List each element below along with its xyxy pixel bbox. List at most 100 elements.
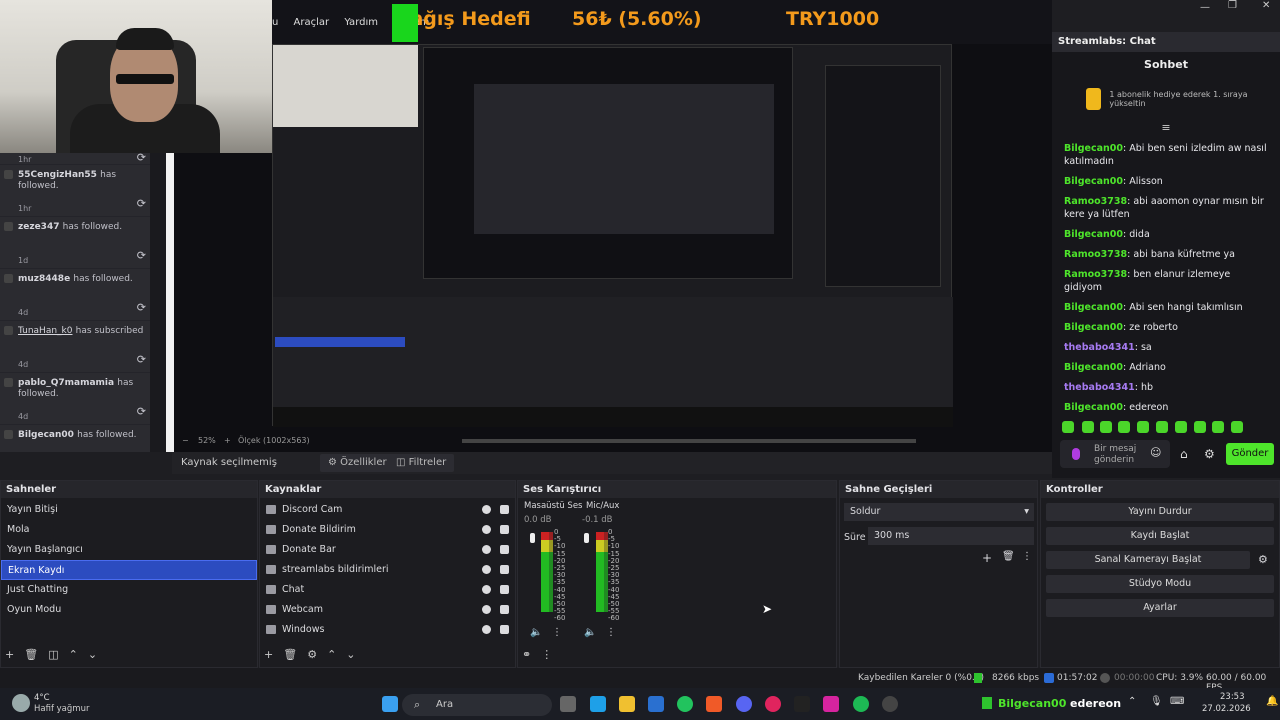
eye-icon[interactable] bbox=[482, 625, 491, 634]
filter-icon[interactable]: ◫ bbox=[48, 648, 58, 661]
windows-start-icon[interactable] bbox=[382, 696, 398, 712]
chat-username[interactable]: thebabo4341 bbox=[1064, 382, 1135, 393]
eye-icon[interactable] bbox=[482, 605, 491, 614]
stop-stream-button[interactable]: Yayını Durdur bbox=[1046, 503, 1274, 521]
chevron-up-icon[interactable]: ⌃ bbox=[327, 648, 336, 661]
speaker-icon[interactable]: 🔈 bbox=[584, 627, 596, 638]
trash-icon[interactable]: 🗑 bbox=[24, 648, 38, 661]
chat-input[interactable]: Bir mesaj gönderin ☺ bbox=[1060, 440, 1170, 468]
refresh-icon[interactable]: ⟳ bbox=[137, 197, 146, 210]
refresh-icon[interactable]: ⟳ bbox=[137, 353, 146, 366]
chevron-down-icon[interactable]: ⌄ bbox=[346, 648, 355, 661]
chevron-down-icon[interactable]: ⌄ bbox=[88, 648, 97, 661]
chat-username[interactable]: thebabo4341 bbox=[1064, 342, 1135, 353]
trash-icon[interactable]: 🗑 bbox=[283, 648, 297, 661]
canvas-scale[interactable]: Ölçek (1002x563) bbox=[238, 436, 310, 445]
scene-item[interactable]: Just Chatting bbox=[1, 580, 257, 600]
emoji-icon[interactable]: ☺ bbox=[1150, 447, 1161, 458]
eye-icon[interactable] bbox=[482, 585, 491, 594]
spotify-icon[interactable] bbox=[853, 696, 869, 712]
lock-icon[interactable] bbox=[500, 565, 509, 574]
source-item[interactable]: Webcam bbox=[260, 600, 515, 620]
eye-icon[interactable] bbox=[482, 545, 491, 554]
tiktok-icon[interactable] bbox=[794, 696, 810, 712]
chat-username[interactable]: Bilgecan00 bbox=[1064, 229, 1123, 240]
properties-button[interactable]: ⚙ Özellikler bbox=[320, 454, 395, 472]
weather-icon[interactable] bbox=[12, 694, 30, 712]
add-icon[interactable]: + bbox=[264, 648, 273, 661]
scene-item[interactable]: Mola bbox=[1, 520, 257, 540]
chat-username[interactable]: Bilgecan00 bbox=[1064, 302, 1123, 313]
scene-item[interactable]: Yayın Bitişi bbox=[1, 500, 257, 520]
scene-item[interactable]: Ekran Kaydı bbox=[1, 560, 257, 580]
source-item[interactable]: Discord Cam bbox=[260, 500, 515, 520]
task-view-icon[interactable] bbox=[560, 696, 576, 712]
emote-icon[interactable] bbox=[1137, 421, 1149, 433]
filters-button[interactable]: ◫ Filtreler bbox=[388, 454, 455, 472]
chat-username[interactable]: Ramoo3738 bbox=[1064, 196, 1127, 207]
obs-icon[interactable] bbox=[882, 696, 898, 712]
volume-slider[interactable] bbox=[530, 533, 535, 543]
add-icon[interactable]: + bbox=[5, 648, 14, 661]
menu-icon[interactable]: ⋮ bbox=[1022, 551, 1032, 562]
trash-icon[interactable]: 🗑 bbox=[1002, 551, 1015, 562]
eye-icon[interactable] bbox=[482, 505, 491, 514]
start-recording-button[interactable]: Kaydı Başlat bbox=[1046, 527, 1274, 545]
lock-icon[interactable] bbox=[500, 525, 509, 534]
discord-icon[interactable] bbox=[736, 696, 752, 712]
store-icon[interactable] bbox=[590, 696, 606, 712]
taskbar-search[interactable]: ⌕ Ara bbox=[402, 694, 552, 716]
link-icon[interactable]: ⚭ bbox=[522, 648, 531, 661]
gear-icon[interactable]: ⚙ bbox=[307, 648, 317, 661]
emote-icon[interactable] bbox=[1212, 421, 1224, 433]
feed-scrollbar[interactable] bbox=[166, 153, 174, 452]
folder-icon[interactable] bbox=[619, 696, 635, 712]
lock-icon[interactable] bbox=[500, 505, 509, 514]
brave-icon[interactable] bbox=[706, 696, 722, 712]
emote-icon[interactable] bbox=[1231, 421, 1243, 433]
emote-icon[interactable] bbox=[1100, 421, 1112, 433]
menu-item-help[interactable]: Yardım bbox=[344, 17, 378, 28]
emote-icon[interactable] bbox=[1062, 421, 1074, 433]
eye-icon[interactable] bbox=[482, 565, 491, 574]
menu-item-tools[interactable]: Araçlar bbox=[294, 17, 330, 28]
menu-icon[interactable]: ⋮ bbox=[541, 648, 552, 661]
zoom-out-icon[interactable]: − bbox=[182, 436, 189, 445]
mic-icon[interactable] bbox=[1072, 448, 1080, 460]
lock-icon[interactable] bbox=[500, 605, 509, 614]
notification-icon[interactable]: 🔔 bbox=[1266, 696, 1278, 707]
start-virtual-camera-button[interactable]: Sanal Kamerayı Başlat bbox=[1046, 551, 1250, 569]
chevron-up-icon[interactable]: ⌃ bbox=[69, 648, 78, 661]
emote-icon[interactable] bbox=[1175, 421, 1187, 433]
lock-icon[interactable] bbox=[500, 625, 509, 634]
clock-date[interactable]: 27.02.2026 bbox=[1202, 704, 1251, 714]
menu-item[interactable]: u bbox=[272, 17, 278, 28]
mail-icon[interactable] bbox=[648, 696, 664, 712]
lock-icon[interactable] bbox=[500, 585, 509, 594]
source-item[interactable]: Donate Bar bbox=[260, 540, 515, 560]
source-item[interactable]: Donate Bildirim bbox=[260, 520, 515, 540]
studio-mode-button[interactable]: Stüdyo Modu bbox=[1046, 575, 1274, 593]
volume-slider[interactable] bbox=[584, 533, 589, 543]
chat-username[interactable]: Ramoo3738 bbox=[1064, 249, 1127, 260]
menu-icon[interactable]: ⋮ bbox=[552, 627, 562, 638]
collapse-icon[interactable]: ≡ bbox=[1052, 121, 1280, 134]
minimize-icon[interactable]: — bbox=[1200, 2, 1210, 13]
emote-icon[interactable] bbox=[1194, 421, 1206, 433]
chat-username[interactable]: Ramoo3738 bbox=[1064, 269, 1127, 280]
chat-username[interactable]: Bilgecan00 bbox=[1064, 362, 1123, 373]
scene-item[interactable]: Oyun Modu bbox=[1, 600, 257, 620]
instagram-icon[interactable] bbox=[823, 696, 839, 712]
tray-chevron-icon[interactable]: ⌃ bbox=[1128, 696, 1136, 707]
chat-username[interactable]: Bilgecan00 bbox=[1064, 402, 1123, 413]
preview-canvas[interactable]: u Araçlar Yardım Stream Bağış Hedefi 56₺… bbox=[0, 0, 1052, 452]
add-icon[interactable]: + bbox=[982, 551, 992, 565]
clock-time[interactable]: 23:53 bbox=[1220, 692, 1245, 702]
store-icon[interactable]: ⌂ bbox=[1180, 447, 1188, 461]
close-icon[interactable]: ✕ bbox=[1262, 0, 1270, 11]
source-item[interactable]: Windows bbox=[260, 620, 515, 640]
refresh-icon[interactable]: ⟳ bbox=[137, 301, 146, 314]
chat-username[interactable]: Bilgecan00 bbox=[1064, 176, 1123, 187]
chat-username[interactable]: Bilgecan00 bbox=[1064, 322, 1123, 333]
keyboard-icon[interactable]: ⌨ bbox=[1170, 696, 1184, 707]
